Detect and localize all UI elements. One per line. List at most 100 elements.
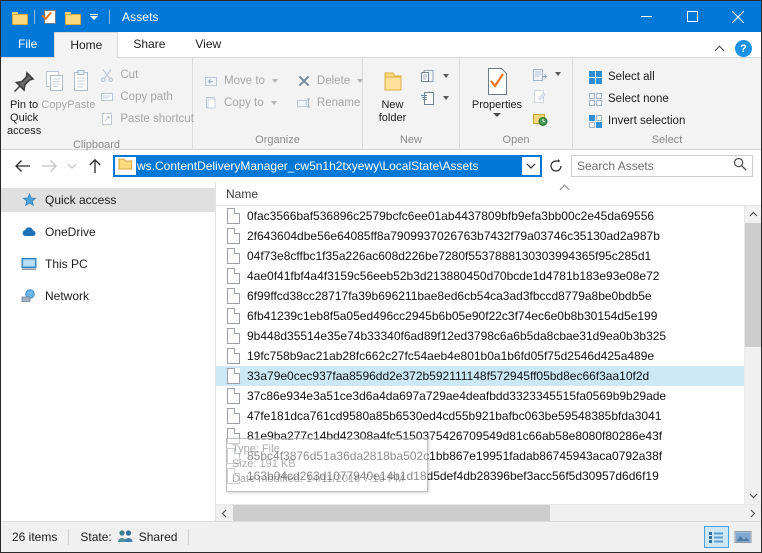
delete-button[interactable]: Delete (292, 70, 367, 92)
maximize-icon[interactable] (669, 1, 715, 32)
table-row[interactable]: 6fb41239c1eb8f5a05ed496cc2945b6b05e90f22… (216, 306, 761, 326)
hscrollbar-track[interactable] (233, 504, 744, 521)
select-commands: Select all Select none Invert selection (583, 64, 689, 132)
copy-to-button[interactable]: Copy to (199, 92, 282, 114)
large-icons-view-button[interactable] (730, 526, 755, 548)
easy-access-button[interactable] (416, 87, 453, 109)
address-dropdown-icon[interactable] (522, 157, 539, 175)
refresh-button[interactable] (545, 155, 567, 177)
chevron-down-icon[interactable] (270, 101, 277, 105)
file-name: 2f643604dbe56e64085ff8a7909937026763b743… (247, 229, 660, 243)
back-button[interactable] (9, 153, 35, 179)
select-all-button[interactable]: Select all (583, 66, 689, 88)
minimize-icon[interactable] (623, 1, 669, 32)
hscrollbar-thumb[interactable] (233, 504, 550, 521)
address-path-text[interactable]: ws.ContentDeliveryManager_cw5n1h2txyewy\… (136, 157, 522, 175)
copy-path-button[interactable]: Copy path (95, 86, 198, 108)
scroll-right-button[interactable] (744, 505, 761, 522)
properties-icon[interactable] (39, 6, 61, 28)
address-bar: ws.ContentDeliveryManager_cw5n1h2txyewy\… (1, 150, 761, 182)
recent-locations-button[interactable] (63, 153, 81, 179)
file-list[interactable]: 0fac3566baf536896c2579bcfc6ee01ab4437809… (216, 206, 761, 504)
star-pin-icon (21, 192, 37, 208)
tab-home[interactable]: Home (54, 32, 119, 58)
tab-file[interactable]: File (1, 31, 55, 57)
file-icon (227, 468, 240, 484)
ribbon-tabs: File Home Share View ? (1, 31, 761, 58)
new-folder-button[interactable]: New folder (369, 62, 416, 125)
sidebar-item-this-pc[interactable]: This PC (1, 252, 215, 276)
customize-quick-access-caret-icon[interactable] (83, 6, 105, 28)
file-icon (227, 408, 240, 424)
up-button[interactable] (82, 153, 108, 179)
invert-selection-button[interactable]: Invert selection (583, 110, 689, 132)
chevron-down-icon[interactable] (443, 74, 449, 78)
move-to-button[interactable]: Move to (199, 70, 282, 92)
scroll-up-button[interactable] (745, 206, 761, 223)
paste-shortcut-button[interactable]: Paste shortcut (95, 108, 198, 130)
ribbon-group-select: Select all Select none Invert selection (573, 58, 761, 150)
properties-button[interactable]: Properties (466, 62, 528, 117)
chevron-down-icon[interactable] (555, 72, 561, 76)
paste-button[interactable]: Paste (67, 62, 95, 112)
rename-button[interactable]: Rename (292, 92, 367, 114)
table-row[interactable]: 163b04cd263d1077940e14b1d18d5def4db28396… (216, 466, 761, 486)
chevron-up-icon[interactable] (716, 44, 725, 53)
scrollbar-thumb[interactable] (745, 223, 761, 347)
sidebar-item-onedrive[interactable]: OneDrive (1, 220, 215, 244)
pin-to-quick-access-button[interactable]: Pin to Quick access (7, 62, 41, 138)
sidebar-item-quick-access[interactable]: Quick access (1, 188, 215, 212)
history-button[interactable] (528, 107, 565, 129)
chevron-down-icon[interactable] (493, 113, 501, 117)
close-icon[interactable] (715, 1, 761, 32)
cut-button[interactable]: Cut (95, 64, 198, 86)
table-row-selected[interactable]: 33a79e0cec937faa8596dd2e372b592111148f57… (216, 366, 761, 386)
table-row[interactable]: 2f643604dbe56e64085ff8a7909937026763b743… (216, 226, 761, 246)
table-row[interactable]: 19fc758b9ac21ab28fc662c27fc54aeb4e801b0a… (216, 346, 761, 366)
chevron-down-icon[interactable] (443, 96, 449, 100)
shared-people-icon (117, 529, 134, 546)
network-icon (21, 288, 37, 304)
new-item-button[interactable] (416, 65, 453, 87)
sidebar-item-network[interactable]: Network (1, 284, 215, 308)
edit-icon (532, 88, 548, 104)
details-view-button[interactable] (704, 526, 729, 548)
folder-icon[interactable] (8, 6, 30, 28)
file-icon (227, 268, 240, 284)
search-icon[interactable] (733, 157, 747, 176)
table-row[interactable]: 81e9ba277c14bd42308a4fc5150375426709549d… (216, 426, 761, 446)
tab-share[interactable]: Share (118, 31, 180, 57)
help-icon[interactable]: ? (735, 40, 752, 57)
search-box[interactable]: Search Assets (571, 155, 753, 177)
address-input[interactable]: ws.ContentDeliveryManager_cw5n1h2txyewy\… (113, 155, 542, 177)
copy-to-icon (203, 95, 219, 111)
copy-button[interactable]: Copy (41, 62, 67, 112)
scroll-left-button[interactable] (216, 505, 233, 522)
table-row[interactable]: 6f99ffcd38cc28717fa39b696211bae8ed6cb54c… (216, 286, 761, 306)
horizontal-scrollbar[interactable] (216, 504, 761, 521)
scroll-down-button[interactable] (745, 487, 761, 504)
table-row[interactable]: 0fac3566baf536896c2579bcfc6ee01ab4437809… (216, 206, 761, 226)
tab-view[interactable]: View (180, 31, 236, 57)
search-input[interactable]: Search Assets (577, 159, 733, 173)
edit-button[interactable] (528, 85, 565, 107)
select-none-button[interactable]: Select none (583, 88, 689, 110)
new-folder-icon[interactable] (61, 6, 83, 28)
forward-button[interactable] (36, 153, 62, 179)
scrollbar-track[interactable] (745, 223, 761, 487)
column-header-name[interactable]: Name (216, 187, 258, 201)
table-row[interactable]: 85bc4f3876d51a36da2818ba502c1bb867e19951… (216, 446, 761, 466)
table-row[interactable]: 47fe181dca761cd9580a85b6530ed4cd55b921ba… (216, 406, 761, 426)
onedrive-cloud-icon (21, 224, 37, 240)
vertical-scrollbar[interactable] (744, 206, 761, 504)
table-row[interactable]: 9b448d35514e35e74b33340f6ad89f12ed3798c6… (216, 326, 761, 346)
table-row[interactable]: 37c86e934e3a51ce3d6a4da697a729ae4deafbdd… (216, 386, 761, 406)
file-list-pane: Name 0fac3566baf536896c2579bcfc6ee01ab44… (216, 182, 761, 521)
chevron-down-icon[interactable] (271, 79, 278, 83)
table-row[interactable]: 4ae0f41fbf4a4f3159c56eeb52b3d213880450d7… (216, 266, 761, 286)
file-icon (227, 288, 240, 304)
open-button[interactable] (528, 63, 565, 85)
clipboard-small-commands: Cut Copy path Paste shortcut (95, 62, 198, 130)
ribbon-group-open: Properties Open (460, 58, 573, 150)
table-row[interactable]: 04f73e8cffbc1f35a226ac608d226be7280f5537… (216, 246, 761, 266)
